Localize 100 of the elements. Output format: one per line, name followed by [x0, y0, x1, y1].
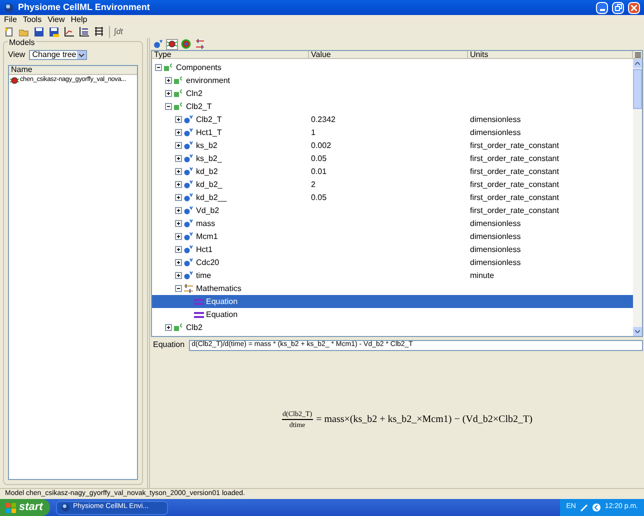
tree-label[interactable]: Mathematics — [196, 282, 242, 294]
tree-label[interactable]: Cln2 — [186, 88, 202, 100]
units-cell: dimensionless — [470, 244, 521, 254]
units-cell: dimensionless — [470, 128, 521, 136]
view-dropdown[interactable]: Change tree — [29, 50, 88, 60]
view-tab[interactable] — [166, 38, 178, 50]
expand-icon[interactable] — [175, 181, 182, 188]
component-icon — [174, 102, 184, 111]
variable-icon — [184, 232, 194, 241]
graph-icon[interactable] — [64, 26, 74, 36]
column-header: Value — [309, 51, 468, 58]
menu-item[interactable]: File — [4, 14, 17, 26]
integral-button[interactable]: ∫dt — [109, 26, 123, 38]
expand-icon[interactable] — [175, 168, 182, 175]
tree-row[interactable]: Equation — [152, 308, 633, 321]
column-header: Units — [468, 51, 633, 58]
tree-label[interactable]: Clb2 — [186, 322, 202, 334]
expand-icon[interactable] — [175, 207, 182, 214]
column-header: Name — [9, 66, 137, 75]
variable-icon — [184, 193, 194, 202]
variable-icon — [184, 245, 194, 254]
expand-icon[interactable] — [165, 90, 172, 97]
tree-label[interactable]: ks_b2 — [196, 140, 218, 152]
scroll-down-icon — [635, 330, 640, 333]
variable-icon — [184, 141, 194, 150]
value-cell: 0.002 — [311, 140, 332, 150]
tree-label[interactable]: kd_b2 — [196, 166, 218, 178]
expand-icon[interactable] — [175, 259, 182, 266]
close-button[interactable] — [628, 2, 640, 14]
save-as-icon[interactable] — [49, 26, 59, 36]
tree-label[interactable]: Components — [176, 62, 222, 74]
variable-icon — [184, 128, 194, 137]
value-cell: 0.2342 — [311, 114, 336, 124]
expand-icon[interactable] — [175, 246, 182, 253]
tree-label[interactable]: Vd_b2 — [196, 204, 220, 216]
expand-icon[interactable] — [175, 194, 182, 201]
units-cell: dimensionless — [470, 258, 521, 266]
grid-icon[interactable] — [94, 26, 104, 36]
units-cell: minute — [470, 270, 494, 280]
expand-icon[interactable] — [175, 272, 182, 279]
collapse-icon[interactable] — [165, 103, 172, 110]
windows-logo-icon — [6, 502, 16, 512]
tree-label[interactable]: mass — [196, 218, 216, 230]
units-cell: dimensionless — [470, 218, 521, 228]
expand-icon[interactable] — [175, 129, 182, 136]
tree-label[interactable]: Hct1_T — [196, 126, 222, 138]
scrollbar[interactable] — [633, 59, 642, 336]
tree-row[interactable]: Equation — [152, 295, 633, 308]
tray-icon[interactable] — [580, 504, 588, 512]
expand-icon[interactable] — [175, 116, 182, 123]
start-button[interactable]: start — [0, 499, 50, 516]
scroll-up-icon — [635, 62, 640, 65]
tree-label[interactable]: kd_b2__ — [196, 192, 227, 204]
variable-icon — [184, 154, 194, 163]
arrow-icon[interactable] — [592, 503, 601, 512]
close-icon — [631, 4, 637, 10]
math-icon — [195, 39, 205, 49]
units-cell: first_order_rate_constant — [470, 206, 559, 214]
value-cell: 0.05 — [311, 192, 327, 202]
tree-label[interactable]: time — [196, 270, 212, 282]
bug-icon — [167, 39, 177, 49]
tree-label[interactable]: Clb2_T — [186, 100, 212, 112]
variable-icon — [153, 39, 163, 49]
tree-label[interactable]: environment — [186, 74, 230, 86]
tree-label[interactable]: Clb2_T — [196, 114, 222, 126]
expand-icon[interactable] — [165, 324, 172, 331]
expand-icon[interactable] — [175, 142, 182, 149]
view-tab[interactable] — [180, 38, 192, 50]
menu-item[interactable]: Tools — [22, 14, 42, 26]
menu-item[interactable]: Help — [70, 14, 88, 26]
expand-icon[interactable] — [165, 77, 172, 84]
tree-label[interactable]: Mcm1 — [196, 230, 218, 242]
tree-label[interactable]: Cdc20 — [196, 256, 220, 268]
save-icon[interactable] — [34, 26, 44, 36]
expand-icon[interactable] — [175, 233, 182, 240]
collapse-icon[interactable] — [175, 285, 182, 292]
view-tab[interactable] — [194, 38, 206, 50]
collapse-icon[interactable] — [155, 64, 162, 71]
variable-icon — [184, 180, 194, 189]
equation-label: Equation — [152, 339, 186, 351]
view-label: View — [8, 49, 26, 61]
units-cell: dimensionless — [470, 232, 521, 240]
scroll-thumb[interactable] — [633, 69, 642, 109]
tree-label[interactable]: ks_b2_ — [196, 152, 222, 164]
chart-icon[interactable] — [79, 26, 89, 36]
new-file-icon[interactable] — [4, 26, 14, 36]
expand-icon[interactable] — [175, 220, 182, 227]
value-cell: 0.05 — [311, 154, 327, 162]
variable-icon — [184, 115, 194, 124]
menu-item[interactable]: View — [48, 14, 65, 26]
equation-icon — [194, 297, 204, 306]
restore-button[interactable] — [612, 2, 624, 14]
app-icon — [61, 503, 70, 512]
minimize-button[interactable] — [596, 2, 608, 14]
component-icon — [174, 76, 184, 85]
expand-icon[interactable] — [175, 155, 182, 162]
tree-label[interactable]: Hct1 — [196, 244, 212, 256]
column-chooser-icon[interactable] — [633, 51, 642, 58]
variable-icon — [184, 167, 194, 176]
tree-label[interactable]: kd_b2_ — [196, 178, 222, 190]
